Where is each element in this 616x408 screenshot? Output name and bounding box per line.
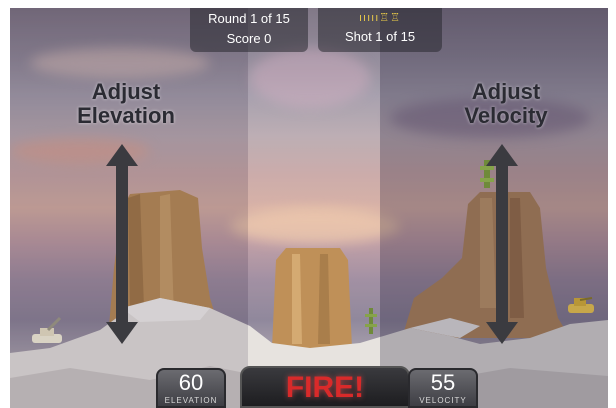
center-zone [248,8,380,408]
player-tank-icon [32,316,62,343]
elevation-hint-line1: Adjust [91,79,161,104]
elevation-label: ELEVATION [164,396,218,405]
velocity-hint: Adjust Velocity [436,80,576,128]
shot-text: Shot 1 of 15 [344,29,416,44]
elevation-value: 60 [178,370,204,395]
game-scene[interactable]: Adjust Elevation Adjust Velocity Round 1… [10,8,608,408]
tower-icon [365,308,377,334]
velocity-display[interactable]: 55 VELOCITY [408,368,478,408]
ammo-icons: ııııı♖♖ [358,12,401,24]
enemy-tank-icon [568,297,594,313]
elevation-arrow-icon [106,144,138,344]
velocity-value: 55 [430,370,456,395]
shot-panel: ııııı♖♖ Shot 1 of 15 [318,8,442,52]
velocity-hint-line1: Adjust [471,79,541,104]
velocity-hint-line2: Velocity [464,103,548,128]
fire-button[interactable]: FIRE! [240,366,410,408]
velocity-label: VELOCITY [419,396,467,405]
round-score-panel: Round 1 of 15 Score 0 [190,8,308,52]
elevation-display[interactable]: 60 ELEVATION [156,368,226,408]
score-text: Score 0 [226,31,272,46]
elevation-hint: Adjust Elevation [56,80,196,128]
velocity-arrow-icon [486,144,518,344]
round-text: Round 1 of 15 [208,11,290,26]
elevation-hint-line2: Elevation [77,103,175,128]
